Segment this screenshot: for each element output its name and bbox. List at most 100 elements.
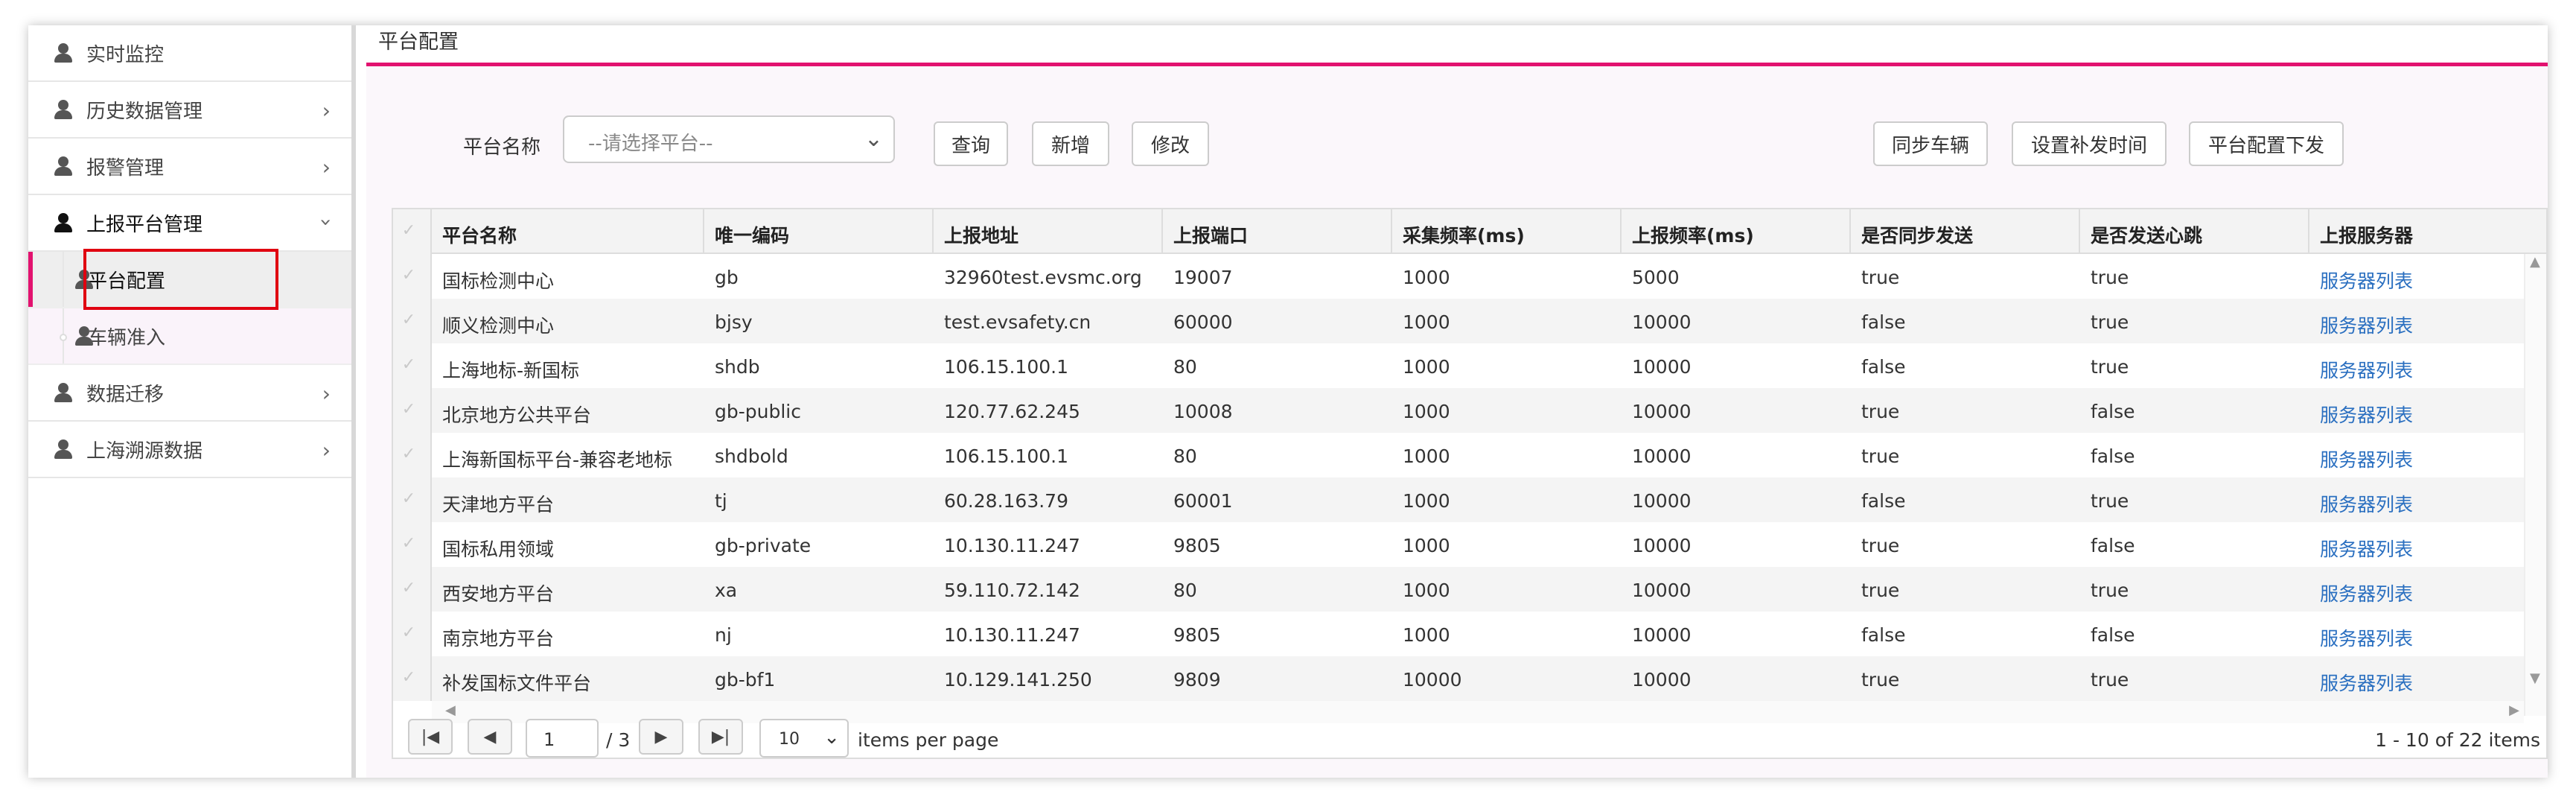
page-size-select[interactable]: 10 ⌄ <box>759 719 849 758</box>
table-cell: 10000 <box>1632 490 1692 512</box>
server-list-link[interactable]: 服务器列表 <box>2320 401 2413 428</box>
chevron-down-icon: ⌄ <box>864 126 883 152</box>
table-cell: 10000 <box>1632 580 1692 601</box>
main-panel: 平台配置 平台名称 --请选择平台-- ⌄ 查询 新增 修改 同步车辆 设置补发… <box>360 25 2548 778</box>
sync-vehicle-button[interactable]: 同步车辆 <box>1873 121 1988 166</box>
server-list-link[interactable]: 服务器列表 <box>2320 669 2413 696</box>
sidebar-item-alarm[interactable]: 报警管理 › <box>28 139 351 195</box>
table-cell: 60001 <box>1173 490 1233 512</box>
user-icon <box>52 98 74 121</box>
table-cell: 1000 <box>1403 267 1450 288</box>
table-row[interactable]: ✓ 北京地方公共平台 gb-public 120.77.62.245 10008 1000… <box>393 388 2524 433</box>
table-cell: true <box>1861 669 1900 691</box>
sidebar-item-report-platform[interactable]: 上报平台管理 › <box>28 195 351 252</box>
table-cell: gb-public <box>715 401 801 422</box>
scroll-right-icon[interactable]: ▶ <box>2509 702 2519 718</box>
page-input[interactable]: 1 <box>526 719 599 758</box>
column-header[interactable]: 上报服务器 <box>2320 221 2413 248</box>
table-cell: 10000 <box>1632 401 1692 422</box>
next-page-button[interactable]: ▶ <box>639 719 683 755</box>
row-select-cell[interactable]: ✓ <box>393 343 432 388</box>
chevron-right-icon: › <box>322 155 331 180</box>
header-select-cell[interactable]: ✓ <box>393 209 432 254</box>
table-row[interactable]: ✓ 补发国标文件平台 gb-bf1 10.129.141.250 9809 10000 10… <box>393 656 2524 701</box>
table-row[interactable]: ✓ 南京地方平台 nj 10.130.11.247 9805 1000 10000 false… <box>393 612 2524 656</box>
column-divider <box>1849 209 1851 254</box>
row-select-cell[interactable]: ✓ <box>393 254 432 299</box>
scroll-left-icon[interactable]: ◀ <box>445 702 456 718</box>
column-divider <box>703 209 704 254</box>
row-select-cell[interactable]: ✓ <box>393 522 432 567</box>
row-select-cell[interactable]: ✓ <box>393 388 432 433</box>
prev-page-button[interactable]: ◀ <box>468 719 512 755</box>
set-resend-time-button[interactable]: 设置补发时间 <box>2012 121 2167 166</box>
column-header[interactable]: 是否同步发送 <box>1861 221 1973 248</box>
column-header[interactable]: 上报端口 <box>1173 221 1248 248</box>
active-indicator <box>28 252 33 307</box>
server-list-link[interactable]: 服务器列表 <box>2320 624 2413 651</box>
column-header[interactable]: 上报地址 <box>944 221 1018 248</box>
sidebar-item-realtime-monitor[interactable]: 实时监控 <box>28 25 351 82</box>
row-select-cell[interactable]: ✓ <box>393 656 432 701</box>
horizontal-scrollbar[interactable]: ◀ ▶ <box>432 701 2524 723</box>
query-button[interactable]: 查询 <box>934 121 1008 166</box>
edit-button[interactable]: 修改 <box>1132 121 1209 166</box>
table-cell: 1000 <box>1403 490 1450 512</box>
first-page-button[interactable]: |◀ <box>408 719 453 755</box>
dispatch-config-button[interactable]: 平台配置下发 <box>2189 121 2344 166</box>
last-page-button[interactable]: ▶| <box>698 719 743 755</box>
table-cell: 上海地标-新国标 <box>442 360 580 381</box>
table-cell: 10.129.141.250 <box>944 669 1092 691</box>
server-list-link[interactable]: 服务器列表 <box>2320 311 2413 338</box>
platform-select[interactable]: --请选择平台-- ⌄ <box>563 115 895 163</box>
user-icon <box>52 438 74 460</box>
table-row[interactable]: ✓ 天津地方平台 tj 60.28.163.79 60001 1000 10000 false… <box>393 477 2524 522</box>
table-cell: false <box>2091 624 2135 646</box>
column-header[interactable]: 唯一编码 <box>715 221 789 248</box>
server-list-link[interactable]: 服务器列表 <box>2320 356 2413 383</box>
row-select-cell[interactable]: ✓ <box>393 477 432 522</box>
table-cell: false <box>2091 535 2135 556</box>
server-list-link[interactable]: 服务器列表 <box>2320 267 2413 293</box>
table-row[interactable]: ✓ 西安地方平台 xa 59.110.72.142 80 1000 10000 true tru… <box>393 567 2524 612</box>
column-header[interactable]: 上报频率(ms) <box>1632 221 1754 248</box>
row-select-cell[interactable]: ✓ <box>393 612 432 656</box>
tree-line <box>63 252 64 307</box>
row-select-cell[interactable]: ✓ <box>393 433 432 477</box>
server-list-link[interactable]: 服务器列表 <box>2320 535 2413 562</box>
table-row[interactable]: ✓ 国标私用领域 gb-private 10.130.11.247 9805 1000 10… <box>393 522 2524 567</box>
server-list-link[interactable]: 服务器列表 <box>2320 580 2413 606</box>
sidebar-item-history-data[interactable]: 历史数据管理 › <box>28 82 351 139</box>
sidebar-item-shanghai-trace[interactable]: 上海溯源数据 › <box>28 422 351 478</box>
table-cell: 10000 <box>1632 311 1692 333</box>
table-cell: shdbold <box>715 445 788 467</box>
table-cell: 1000 <box>1403 445 1450 467</box>
sidebar-subitem-platform-config[interactable]: 平台配置 <box>28 252 351 308</box>
vertical-scrollbar[interactable]: ▲ ▼ <box>2524 254 2546 716</box>
server-list-link[interactable]: 服务器列表 <box>2320 445 2413 472</box>
table-row[interactable]: ✓ 国标检测中心 gb 32960test.evsmc.org 19007 1000 500… <box>393 254 2524 299</box>
page-title: 平台配置 <box>378 31 459 54</box>
table-cell: 5000 <box>1632 267 1680 288</box>
sidebar-item-data-migration[interactable]: 数据迁移 › <box>28 365 351 422</box>
column-header[interactable]: 是否发送心跳 <box>2091 221 2202 248</box>
scroll-up-icon[interactable]: ▲ <box>2530 254 2540 270</box>
table-cell: tj <box>715 490 727 512</box>
user-icon <box>52 381 74 404</box>
column-header[interactable]: 采集频率(ms) <box>1403 221 1525 248</box>
server-list-link[interactable]: 服务器列表 <box>2320 490 2413 517</box>
add-button[interactable]: 新增 <box>1032 121 1109 166</box>
column-header[interactable]: 平台名称 <box>442 221 517 248</box>
tree-dot <box>60 334 67 341</box>
table-row[interactable]: ✓ 上海新国标平台-兼容老地标 shdbold 106.15.100.1 80 1000 1… <box>393 433 2524 477</box>
scroll-down-icon[interactable]: ▼ <box>2530 670 2540 686</box>
row-select-cell[interactable]: ✓ <box>393 567 432 612</box>
sidebar-item-label: 上海溯源数据 <box>86 439 203 463</box>
sidebar-subitem-vehicle-access[interactable]: 车辆准入 <box>28 308 351 365</box>
table-row[interactable]: ✓ 上海地标-新国标 shdb 106.15.100.1 80 1000 10000 fals… <box>393 343 2524 388</box>
table-cell: 顺义检测中心 <box>442 315 555 337</box>
table-row[interactable]: ✓ 顺义检测中心 bjsy test.evsafety.cn 60000 1000 1000… <box>393 299 2524 343</box>
table-header: ✓ 平台名称 唯一编码 上报地址 上报端口 采集频率(ms) 上报频率(ms) … <box>393 209 2546 254</box>
row-select-cell[interactable]: ✓ <box>393 299 432 343</box>
table-cell: 1000 <box>1403 624 1450 646</box>
